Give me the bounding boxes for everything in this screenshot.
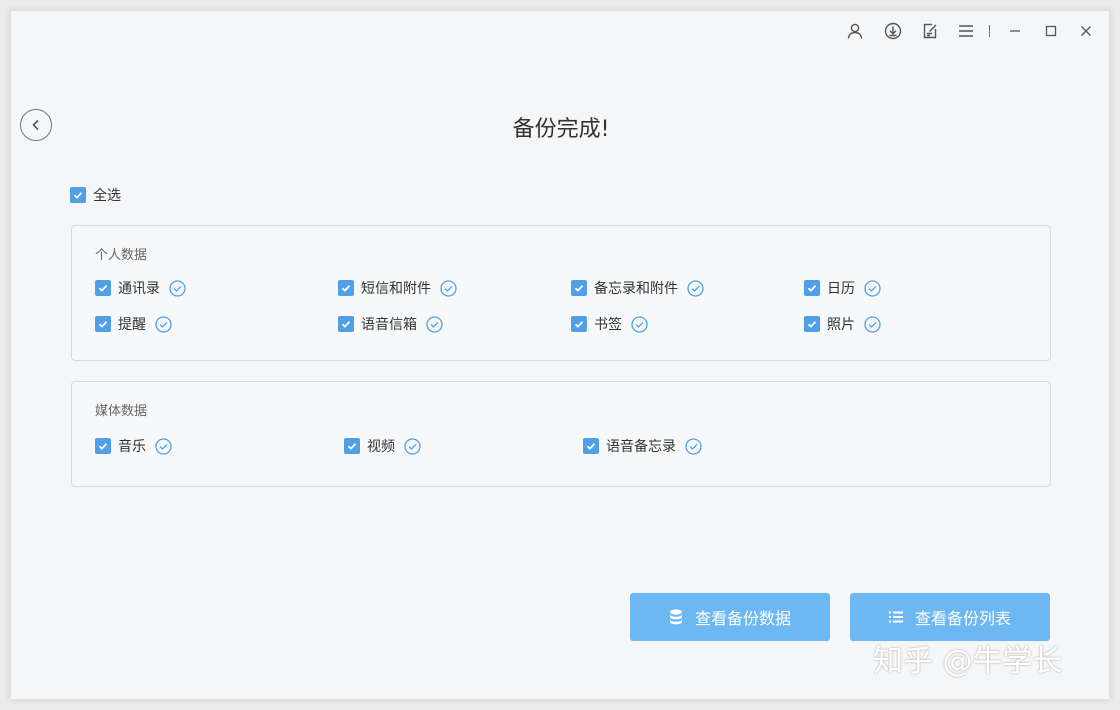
group-title: 媒体数据 <box>95 404 148 419</box>
item-voice-memos[interactable]: 语音备忘录 <box>583 436 702 456</box>
item-label: 视频 <box>367 439 395 455</box>
item-label: 备忘录和附件 <box>594 281 678 297</box>
watermark: 知乎 @牛学长 <box>873 644 1063 679</box>
check-circle-icon <box>426 315 443 333</box>
item-messages[interactable]: 短信和附件 <box>338 278 457 298</box>
item-reminders[interactable]: 提醒 <box>95 314 172 334</box>
item-label: 日历 <box>827 281 855 297</box>
minimize-icon[interactable] <box>1004 20 1026 42</box>
checkbox-checked-icon[interactable] <box>95 316 111 332</box>
checkbox-checked-icon[interactable] <box>95 438 111 454</box>
database-icon <box>669 609 683 625</box>
maximize-icon[interactable] <box>1040 20 1062 42</box>
personal-data-group: 个人数据 通讯录 短信和附件 备忘录和附件 日历 提醒 语音信箱 书签 照片 <box>71 225 1051 361</box>
checkbox-checked-icon[interactable] <box>70 187 86 203</box>
item-label: 语音备忘录 <box>606 439 676 455</box>
item-label: 音乐 <box>118 439 146 455</box>
button-label: 查看备份列表 <box>914 609 1011 628</box>
checkbox-checked-icon[interactable] <box>804 280 820 296</box>
item-label: 语音信箱 <box>361 317 417 333</box>
user-icon[interactable] <box>844 20 866 42</box>
item-photos[interactable]: 照片 <box>804 314 881 334</box>
check-circle-icon <box>864 279 881 297</box>
check-circle-icon <box>155 315 172 333</box>
checkbox-checked-icon[interactable] <box>344 438 360 454</box>
checkbox-checked-icon[interactable] <box>571 280 587 296</box>
checkbox-checked-icon[interactable] <box>338 280 354 296</box>
item-label: 提醒 <box>118 317 146 333</box>
check-circle-icon <box>687 279 704 297</box>
item-music[interactable]: 音乐 <box>95 436 172 456</box>
select-all-checkbox[interactable]: 全选 <box>70 185 121 205</box>
item-label: 书签 <box>594 317 622 333</box>
item-label: 通讯录 <box>118 281 160 297</box>
media-data-group: 媒体数据 音乐 视频 语音备忘录 <box>71 381 1051 487</box>
item-label: 短信和附件 <box>361 281 431 297</box>
checkbox-checked-icon[interactable] <box>338 316 354 332</box>
list-icon <box>888 611 903 623</box>
check-circle-icon <box>169 279 186 297</box>
check-circle-icon <box>631 315 648 333</box>
item-bookmarks[interactable]: 书签 <box>571 314 648 334</box>
checkbox-checked-icon[interactable] <box>95 280 111 296</box>
check-circle-icon <box>404 437 421 455</box>
check-circle-icon <box>864 315 881 333</box>
download-icon[interactable] <box>882 20 904 42</box>
titlebar-separator <box>989 25 990 37</box>
checkbox-checked-icon[interactable] <box>583 438 599 454</box>
select-all-label: 全选 <box>93 188 121 204</box>
group-title: 个人数据 <box>95 248 148 263</box>
check-circle-icon <box>155 437 172 455</box>
item-video[interactable]: 视频 <box>344 436 421 456</box>
feedback-icon[interactable] <box>919 20 941 42</box>
view-backup-data-button[interactable]: 查看备份数据 <box>630 593 830 641</box>
checkbox-checked-icon[interactable] <box>804 316 820 332</box>
check-circle-icon <box>440 279 457 297</box>
item-contacts[interactable]: 通讯录 <box>95 278 186 298</box>
button-label: 查看备份数据 <box>694 609 791 628</box>
item-notes[interactable]: 备忘录和附件 <box>571 278 704 298</box>
checkbox-checked-icon[interactable] <box>571 316 587 332</box>
close-icon[interactable] <box>1075 20 1097 42</box>
app-window: 备份完成! 全选 个人数据 通讯录 短信和附件 备忘录和附件 日历 提醒 语音信… <box>10 10 1110 700</box>
item-calendar[interactable]: 日历 <box>804 278 881 298</box>
check-circle-icon <box>685 437 702 455</box>
item-voicemail[interactable]: 语音信箱 <box>338 314 443 334</box>
item-label: 照片 <box>827 317 855 333</box>
menu-icon[interactable] <box>955 20 977 42</box>
page-title: 备份完成! <box>512 117 610 142</box>
view-backup-list-button[interactable]: 查看备份列表 <box>850 593 1050 641</box>
